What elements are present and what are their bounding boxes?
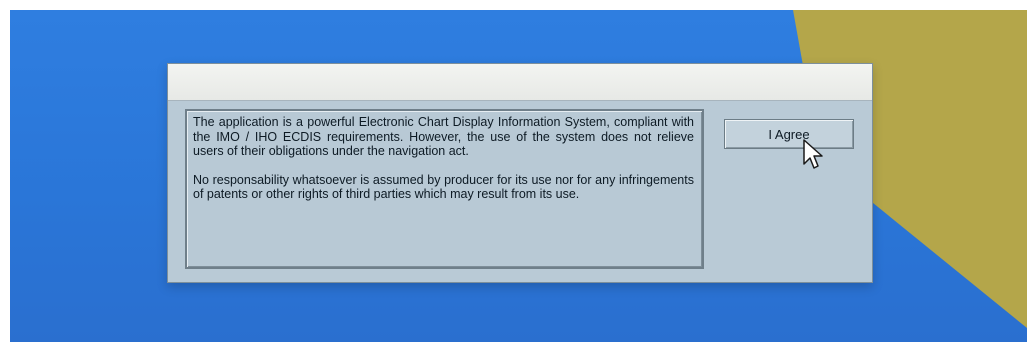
desktop: The application is a powerful Electronic… [10, 10, 1027, 342]
disclaimer-dialog: The application is a powerful Electronic… [167, 63, 873, 283]
dialog-titlebar [168, 64, 872, 101]
mouse-pointer-icon [803, 139, 823, 169]
disclaimer-text-panel: The application is a powerful Electronic… [185, 109, 704, 269]
disclaimer-paragraph-2: No responsability whatsoever is assumed … [193, 172, 694, 202]
disclaimer-paragraph-1: The application is a powerful Electronic… [193, 115, 694, 158]
agree-button[interactable]: I Agree [724, 119, 854, 149]
